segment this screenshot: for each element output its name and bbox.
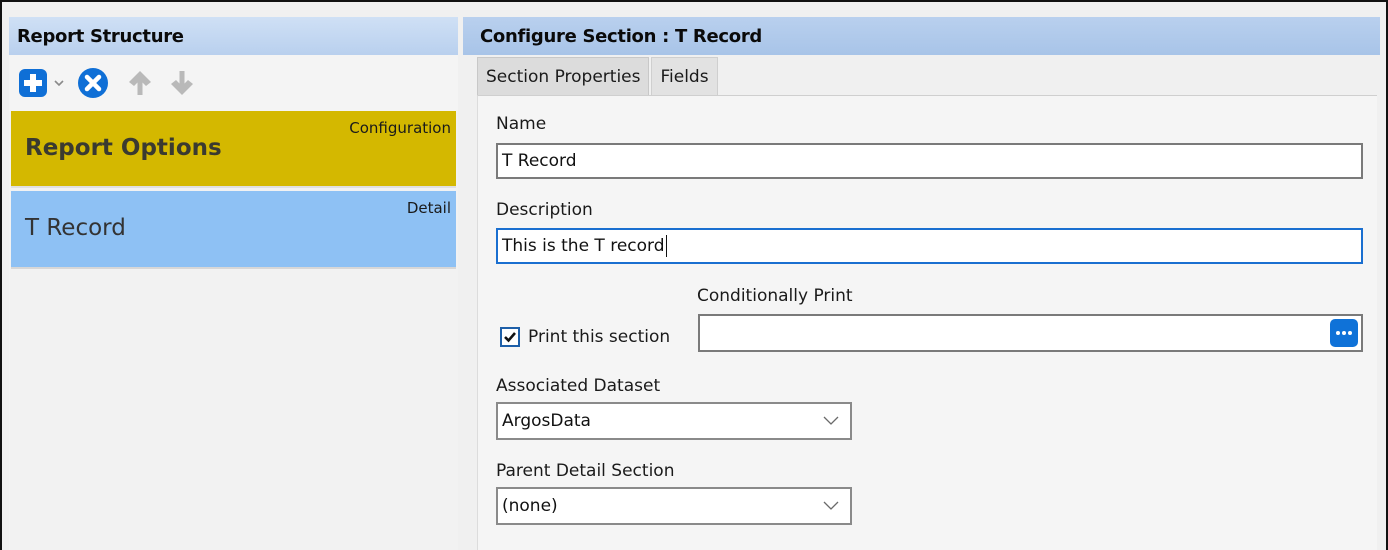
arrow-up-icon[interactable] bbox=[125, 67, 155, 99]
item-type-tag: Detail bbox=[406, 199, 451, 217]
text-cursor bbox=[665, 235, 667, 257]
remove-circle-icon[interactable] bbox=[75, 65, 111, 101]
associated-dataset-value: ArgosData bbox=[502, 411, 591, 431]
chevron-down-icon[interactable] bbox=[49, 67, 69, 99]
associated-dataset-select[interactable]: ArgosData bbox=[496, 402, 852, 440]
parent-detail-section-label: Parent Detail Section bbox=[496, 461, 675, 481]
parent-detail-section-value: (none) bbox=[502, 496, 558, 516]
configure-section-header: Configure Section : T Record bbox=[463, 17, 1380, 55]
print-section-label: Print this section bbox=[528, 327, 671, 347]
structure-item-t-record[interactable]: Detail T Record bbox=[11, 191, 456, 269]
report-structure-panel: Report Structure Configuration Report Op… bbox=[9, 17, 458, 550]
item-type-tag: Configuration bbox=[349, 119, 451, 137]
chevron-down-icon bbox=[822, 412, 840, 435]
ellipsis-icon[interactable] bbox=[1330, 319, 1358, 347]
section-properties-content: Name T Record Description This is the T … bbox=[477, 95, 1377, 550]
name-field[interactable]: T Record bbox=[496, 143, 1363, 179]
description-field-value: This is the T record bbox=[502, 236, 665, 256]
conditionally-print-field[interactable] bbox=[698, 314, 1363, 352]
report-structure-title: Report Structure bbox=[17, 25, 184, 47]
parent-detail-section-select[interactable]: (none) bbox=[496, 487, 852, 525]
arrow-down-icon[interactable] bbox=[167, 67, 197, 99]
configure-section-panel: Configure Section : T Record Section Pro… bbox=[463, 17, 1380, 550]
conditionally-print-label: Conditionally Print bbox=[697, 286, 853, 306]
item-title: T Record bbox=[25, 215, 126, 241]
configure-section-title: Configure Section : T Record bbox=[480, 25, 762, 47]
description-label: Description bbox=[496, 200, 593, 220]
print-section-checkbox-row[interactable]: Print this section bbox=[500, 319, 670, 355]
structure-item-report-options[interactable]: Configuration Report Options bbox=[11, 111, 456, 188]
plus-icon[interactable] bbox=[17, 67, 49, 99]
name-field-value: T Record bbox=[502, 151, 577, 171]
associated-dataset-label: Associated Dataset bbox=[496, 376, 661, 396]
structure-toolbar bbox=[9, 55, 458, 111]
item-title: Report Options bbox=[25, 135, 222, 161]
name-label: Name bbox=[496, 114, 547, 134]
tab-fields[interactable]: Fields bbox=[651, 57, 718, 95]
chevron-down-icon bbox=[822, 497, 840, 520]
tab-section-properties[interactable]: Section Properties bbox=[477, 57, 650, 95]
description-field[interactable]: This is the T record bbox=[496, 228, 1363, 264]
section-tabs: Section Properties Fields bbox=[463, 55, 1380, 95]
print-section-checkbox[interactable] bbox=[500, 327, 520, 347]
report-structure-header: Report Structure bbox=[9, 17, 458, 55]
